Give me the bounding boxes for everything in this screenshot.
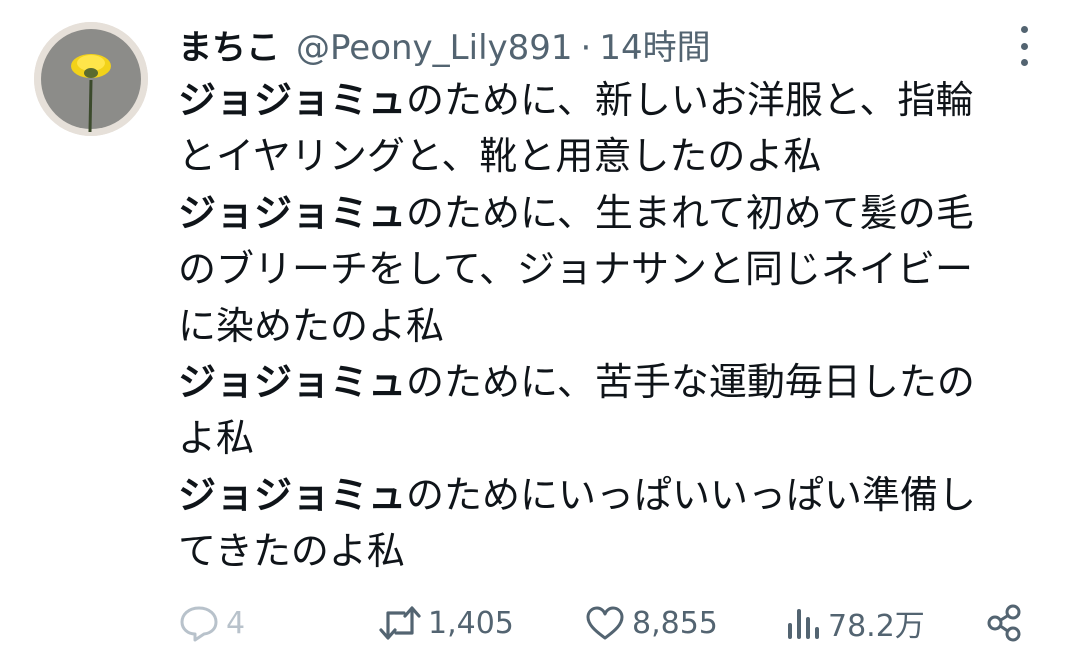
like-button[interactable]: 8,855 xyxy=(584,596,718,650)
yellow-flower-avatar-image xyxy=(34,22,148,136)
like-count: 8,855 xyxy=(632,605,718,641)
tweet-timestamp[interactable]: 14時間 xyxy=(599,20,710,69)
tweet-line-5: に染めたのよ私 xyxy=(178,303,445,348)
tweet-line-6: ジョジョミュのために、苦手な運動毎日したの xyxy=(178,360,975,405)
tweet-header: まちこ @Peony_Lily891 · 14時間 xyxy=(178,20,711,68)
retweet-icon xyxy=(379,606,421,640)
more-vertical-icon[interactable] xyxy=(1012,26,1036,66)
author-handle[interactable]: @Peony_Lily891 xyxy=(296,28,573,68)
tweet-line-8: ジョジョミュのためにいっぱいいっぱい準備し xyxy=(178,472,977,517)
views-icon xyxy=(788,609,819,639)
tweet-text: ジョジョミュのために、新しいお洋服と、指輪 とイヤリングと、靴と用意したのよ私 … xyxy=(178,72,1028,580)
tweet-actions: 4 1,405 8,855 78.2万 xyxy=(178,596,1038,650)
views-count: 78.2万 xyxy=(828,609,925,644)
header-separator: · xyxy=(580,28,592,68)
retweet-count: 1,405 xyxy=(428,605,514,641)
author-name[interactable]: まちこ xyxy=(178,20,280,69)
reply-button[interactable]: 4 xyxy=(178,596,245,650)
tweet-line-3: ジョジョミュのために、生まれて初めて髪の毛 xyxy=(178,190,974,235)
retweet-button[interactable]: 1,405 xyxy=(378,596,514,650)
reply-count: 4 xyxy=(226,605,246,641)
avatar[interactable] xyxy=(34,22,148,136)
tweet-line-2: とイヤリングと、靴と用意したのよ私 xyxy=(178,134,822,179)
share-icon xyxy=(987,604,1021,642)
heart-icon xyxy=(586,606,624,640)
views-button[interactable]: 78.2万 xyxy=(784,596,925,650)
tweet-line-7: よ私 xyxy=(178,416,255,461)
tweet-line-9: てきたのよ私 xyxy=(178,529,405,574)
tweet-line-4: のブリーチをして、ジョナサンと同じネイビー xyxy=(178,247,973,292)
share-button[interactable] xyxy=(984,596,1024,650)
reply-icon xyxy=(180,606,218,642)
tweet-line-1: ジョジョミュのために、新しいお洋服と、指輪 xyxy=(178,78,974,122)
